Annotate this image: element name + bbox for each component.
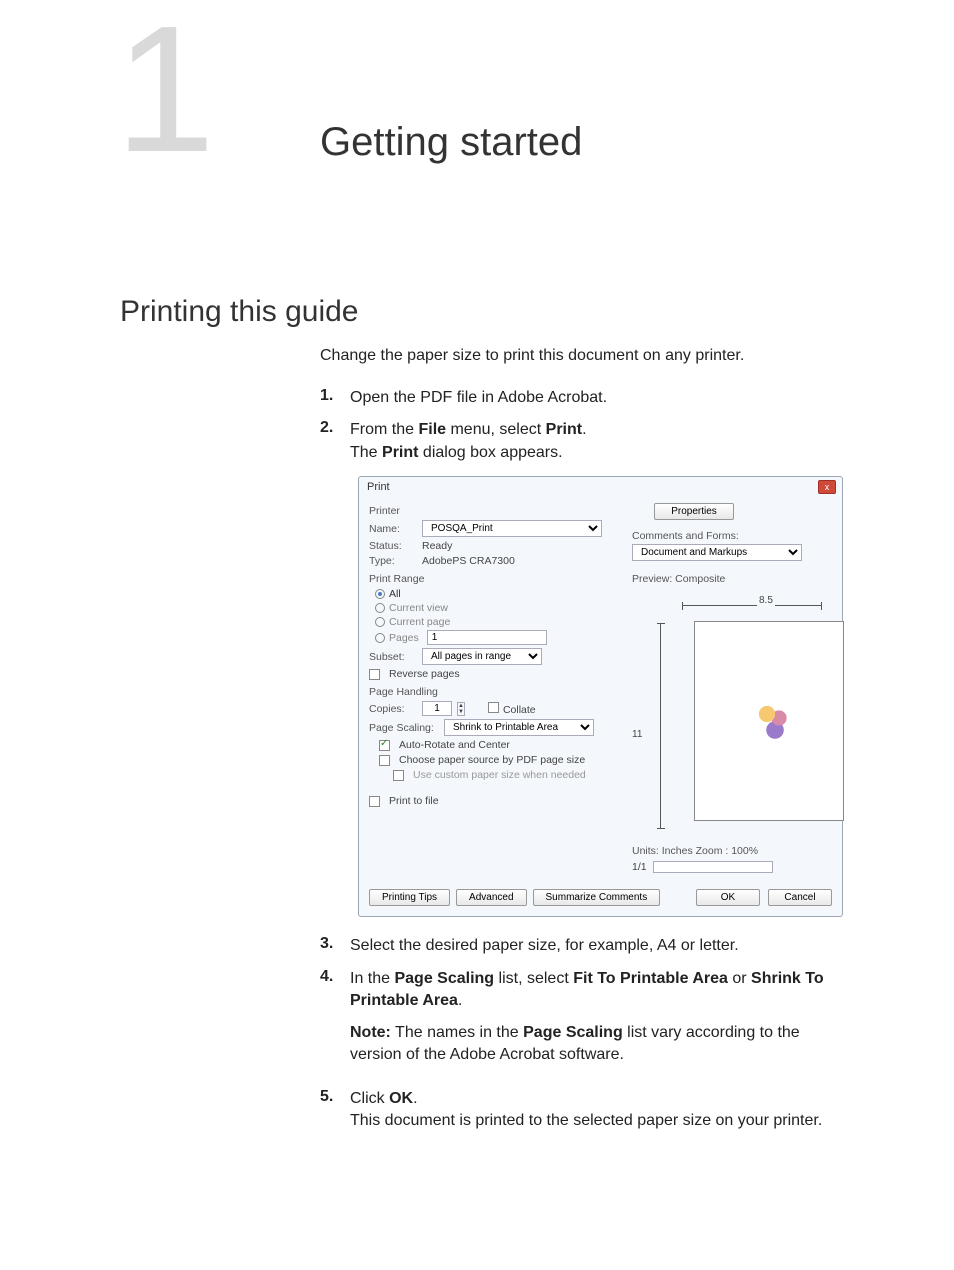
summarize-comments-button[interactable]: Summarize Comments (533, 889, 661, 906)
ok-button[interactable]: OK (696, 889, 760, 906)
printer-group-label: Printer (369, 505, 620, 517)
step-4: 4. In the Page Scaling list, select Fit … (320, 968, 844, 1078)
checkbox-icon (488, 702, 499, 713)
copies-input[interactable] (422, 701, 452, 716)
dialog-body: Printer Name: POSQA_Print Status: Ready … (359, 497, 842, 883)
step-text: From the File menu, select Print. The Pr… (350, 419, 844, 464)
section-intro: Change the paper size to print this docu… (320, 347, 844, 365)
checkbox-icon (379, 740, 390, 751)
step-text: In the Page Scaling list, select Fit To … (350, 968, 844, 1078)
step-text: Open the PDF file in Adobe Acrobat. (350, 387, 844, 409)
step-number: 1. (320, 387, 350, 409)
note: Note: The names in the Page Scaling list… (350, 1022, 844, 1065)
step-number: 4. (320, 968, 350, 1078)
step-number: 3. (320, 935, 350, 957)
steps-list: 1. Open the PDF file in Adobe Acrobat. 2… (320, 387, 844, 1132)
advanced-button[interactable]: Advanced (456, 889, 526, 906)
range-view-radio[interactable]: Current view (375, 602, 620, 614)
close-icon[interactable]: x (818, 480, 836, 494)
radio-icon (375, 633, 385, 643)
step-2: 2. From the File menu, select Print. The… (320, 419, 844, 464)
preview-area: 8.5 11 (632, 589, 832, 839)
status-label: Status: (369, 540, 417, 552)
status-value: Ready (422, 540, 452, 552)
print-range-header: Print Range (369, 573, 620, 585)
copies-label: Copies: (369, 703, 417, 715)
dialog-title: Print (367, 481, 390, 493)
dialog-right-panel: Properties Comments and Forms: Document … (632, 503, 832, 873)
range-all-radio[interactable]: All (375, 588, 620, 600)
step-number: 2. (320, 419, 350, 464)
step-number: 5. (320, 1088, 350, 1133)
subset-label: Subset: (369, 651, 417, 663)
name-label: Name: (369, 523, 417, 535)
autorotate-checkbox[interactable]: Auto-Rotate and Center (379, 739, 620, 751)
radio-icon (375, 603, 385, 613)
reverse-checkbox[interactable]: Reverse pages (369, 668, 620, 680)
properties-button[interactable]: Properties (654, 503, 734, 520)
step-text: Click OK. This document is printed to th… (350, 1088, 844, 1133)
step-1: 1. Open the PDF file in Adobe Acrobat. (320, 387, 844, 409)
range-pages-radio[interactable]: Pages (375, 630, 620, 645)
step-text: Select the desired paper size, for examp… (350, 935, 844, 957)
section-title: Printing this guide (120, 295, 844, 329)
comments-label: Comments and Forms: (632, 530, 832, 542)
page-preview (694, 621, 844, 821)
preview-artwork-icon (755, 702, 795, 742)
range-page-radio[interactable]: Current page (375, 616, 620, 628)
print-dialog: Print x Printer Name: POSQA_Print Status… (358, 476, 843, 917)
printer-name-select[interactable]: POSQA_Print (422, 520, 602, 537)
ruler-height-value: 11 (632, 729, 642, 740)
checkbox-icon (393, 770, 404, 781)
radio-icon (375, 617, 385, 627)
comments-select[interactable]: Document and Markups (632, 544, 802, 561)
print-to-file-checkbox[interactable]: Print to file (369, 795, 620, 807)
ruler-horizontal (682, 605, 822, 606)
pages-input[interactable] (427, 630, 547, 645)
step-3: 3. Select the desired paper size, for ex… (320, 935, 844, 957)
checkbox-icon (379, 755, 390, 766)
printing-tips-button[interactable]: Printing Tips (369, 889, 450, 906)
chapter-title: Getting started (320, 120, 844, 165)
checkbox-icon (369, 669, 380, 680)
page-scaling-select[interactable]: Shrink to Printable Area (444, 719, 594, 736)
ruler-width-value: 8.5 (757, 595, 775, 606)
checkbox-icon (369, 796, 380, 807)
chapter-number: 1 (115, 0, 215, 180)
dialog-titlebar: Print x (359, 477, 842, 497)
units-zoom-label: Units: Inches Zoom : 100% (632, 845, 832, 857)
scaling-label: Page Scaling: (369, 722, 439, 734)
preview-label: Preview: Composite (632, 573, 832, 585)
progress-value: 1/1 (632, 861, 647, 873)
collate-checkbox[interactable]: Collate (488, 702, 536, 716)
type-value: AdobePS CRA7300 (422, 555, 515, 567)
dialog-footer: Printing Tips Advanced Summarize Comment… (359, 883, 842, 916)
step-5: 5. Click OK. This document is printed to… (320, 1088, 844, 1133)
choose-source-checkbox[interactable]: Choose paper source by PDF page size (379, 754, 620, 766)
custom-size-checkbox: Use custom paper size when needed (393, 769, 620, 781)
dialog-left-panel: Printer Name: POSQA_Print Status: Ready … (369, 503, 620, 873)
type-label: Type: (369, 555, 417, 567)
document-page: 1 Getting started Printing this guide Ch… (0, 0, 954, 1222)
page-handling-header: Page Handling (369, 686, 620, 698)
spinner-icon[interactable]: ▲▼ (457, 702, 465, 716)
radio-icon (375, 589, 385, 599)
cancel-button[interactable]: Cancel (768, 889, 832, 906)
ruler-vertical (660, 623, 661, 829)
progress-row: 1/1 (632, 861, 832, 873)
progress-bar (653, 861, 773, 873)
subset-select[interactable]: All pages in range (422, 648, 542, 665)
